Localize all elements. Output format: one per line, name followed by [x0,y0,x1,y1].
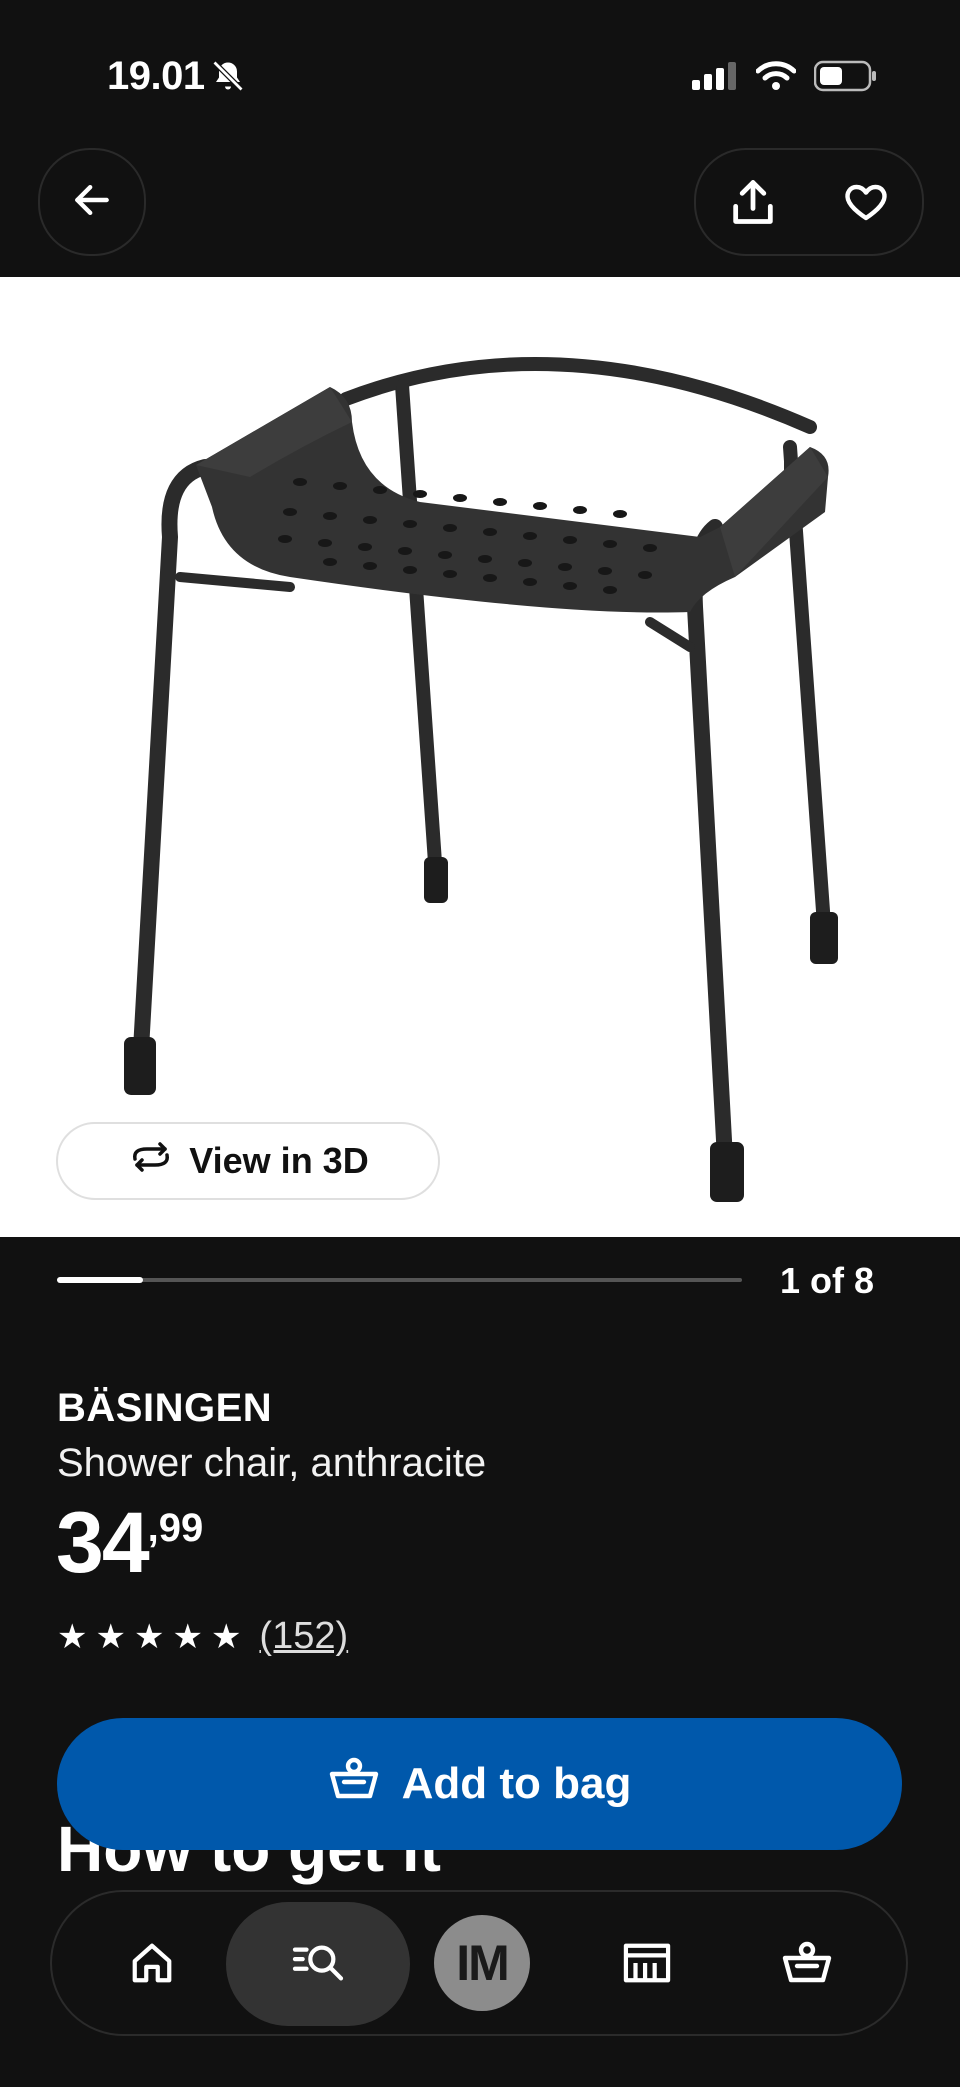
nav-profile[interactable]: IM [432,1892,532,2034]
add-to-bag-button[interactable]: Add to bag [57,1718,902,1850]
nav-search[interactable] [226,1892,410,2034]
search-icon [292,1945,344,1981]
home-icon [132,1943,172,1983]
nav-stores[interactable] [597,1892,697,2034]
product-description: Shower chair, anthracite [57,1441,487,1485]
price-decimal: ,99 [147,1506,204,1550]
basket-icon [328,1756,380,1813]
signal-icon [692,62,738,95]
star-icon: ★ [95,1617,126,1656]
product-name: BÄSINGEN [57,1386,273,1430]
add-to-bag-label: Add to bag [401,1759,632,1808]
shower-chair-illustration [124,356,838,1202]
bottom-navigation: IM [50,1890,908,2036]
view-in-3d-label: View in 3D [189,1140,369,1181]
status-time: 19.01 [107,54,205,98]
favorite-button[interactable] [826,162,906,242]
back-button[interactable] [38,148,146,256]
star-icon: ★ [210,1617,242,1656]
wifi-icon [755,61,797,96]
avatar: IM [434,1915,530,2011]
battery-icon [813,60,878,97]
gallery-progress [57,1277,742,1283]
gallery-position: 1 of 8 [780,1260,875,1301]
review-count-link[interactable]: (152) [259,1615,348,1658]
gallery-progress-fill [57,1277,143,1283]
store-icon [623,1943,671,1983]
star-icon: ★ [133,1617,165,1656]
rotate-3d-icon [127,1140,175,1182]
share-icon [732,180,773,224]
star-icon: ★ [172,1617,203,1656]
bell-slash-icon [210,58,246,99]
product-image[interactable] [0,277,960,1237]
price-integer: 34 [56,1495,150,1591]
star-icon: ★ [57,1617,88,1656]
status-icons [692,60,878,97]
share-button[interactable] [713,162,793,242]
view-in-3d-button[interactable]: View in 3D [56,1122,440,1200]
header-actions [694,148,924,256]
product-rating[interactable]: ★ ★ ★ ★ ★ (152) [57,1615,348,1658]
heart-icon [844,184,887,221]
basket-icon [782,1941,832,1983]
arrow-left-icon [70,178,114,227]
nav-bag[interactable] [757,1892,857,2034]
product-price: 34 ,99 [56,1500,203,1586]
nav-home[interactable] [102,1892,202,2034]
